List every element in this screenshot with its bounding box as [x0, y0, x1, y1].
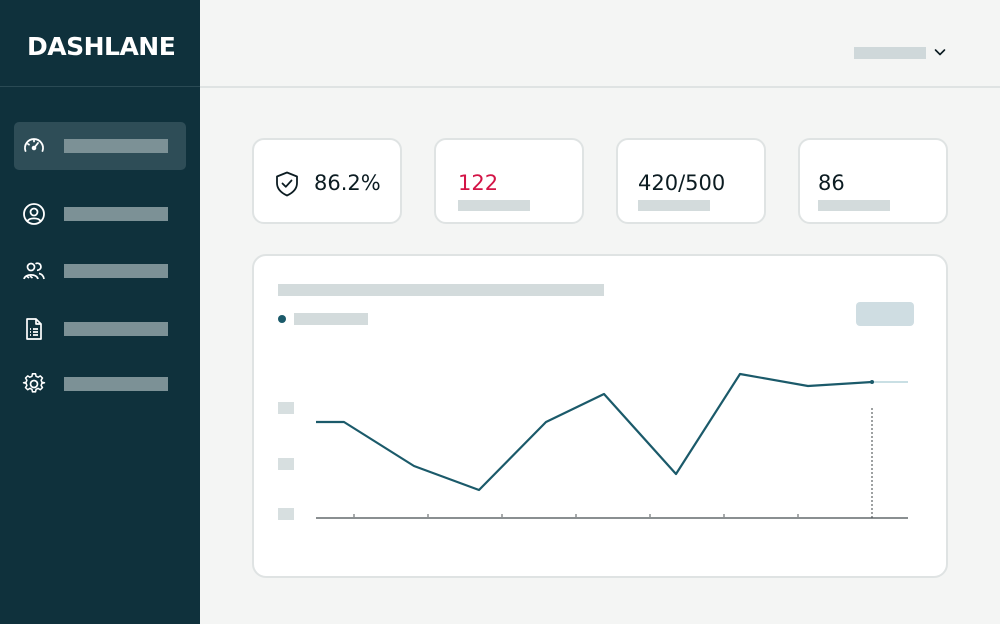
document-icon [22, 317, 46, 341]
dashlane-logo[interactable]: DASHLANE [27, 32, 175, 61]
stat-card-score: 86.2% [252, 138, 402, 224]
stat-card-seats: 420/500 [616, 138, 766, 224]
sidebar-item-label [64, 207, 168, 221]
line-chart [254, 256, 950, 580]
gear-icon [22, 372, 46, 396]
y-tick-label [278, 508, 294, 520]
chart-panel [252, 254, 948, 578]
user-icon [22, 202, 46, 226]
sidebar-item-label [64, 377, 168, 391]
stat-card-count: 86 [798, 138, 948, 224]
series-line [316, 374, 872, 490]
stat-card-alerts: 122 [434, 138, 584, 224]
stat-label [638, 200, 710, 211]
account-name[interactable] [854, 47, 926, 59]
sidebar-item-dashboard[interactable] [14, 122, 186, 170]
sidebar-item-account[interactable] [14, 190, 186, 238]
sidebar-item-reports[interactable] [14, 305, 186, 353]
y-tick-label [278, 402, 294, 414]
sidebar-item-label [64, 322, 168, 336]
stat-label [818, 200, 890, 211]
stat-label [458, 200, 530, 211]
speedometer-icon [22, 134, 46, 158]
sidebar-item-settings[interactable] [14, 360, 186, 408]
shield-check-icon [272, 169, 302, 199]
stat-value: 420/500 [638, 171, 725, 195]
stat-value: 86 [818, 171, 845, 195]
sidebar-divider [0, 86, 200, 87]
sidebar-item-members[interactable] [14, 247, 186, 295]
sidebar-item-label [64, 264, 168, 278]
sidebar-item-label [64, 139, 168, 153]
header-divider [200, 86, 1000, 88]
y-tick-label [278, 458, 294, 470]
group-icon [22, 259, 46, 283]
stat-value: 86.2% [314, 171, 381, 195]
chevron-down-icon[interactable] [932, 44, 948, 60]
data-point [870, 380, 874, 384]
sidebar: DASHLANE [0, 0, 200, 624]
stat-value: 122 [458, 171, 498, 195]
